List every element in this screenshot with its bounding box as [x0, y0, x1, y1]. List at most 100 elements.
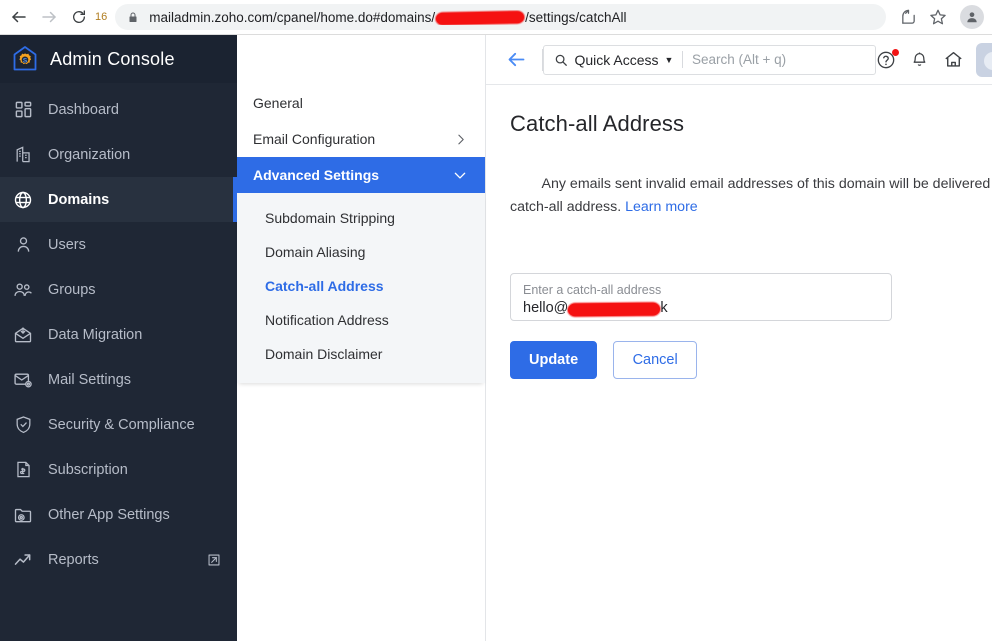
catch-all-address-field[interactable]: Enter a catch-all address hello@ k — [510, 272, 892, 321]
sidebar-item-label: Data Migration — [48, 326, 143, 343]
subnav-item-label: General — [253, 95, 303, 111]
trend-arrow-icon — [12, 549, 34, 571]
subnav-child-label: Subdomain Stripping — [265, 210, 395, 226]
star-icon — [930, 9, 946, 25]
sidebar-item-security-compliance[interactable]: Security & Compliance — [0, 402, 237, 447]
search-input[interactable] — [692, 52, 865, 67]
subnav-child-label: Notification Address — [265, 312, 389, 328]
back-arrow-icon — [508, 52, 525, 67]
sidebar-item-label: Domains — [48, 191, 110, 208]
main-column: Quick Access ▼ Search (Alt + q) Catch-al… — [486, 35, 992, 641]
sidebar-item-label: Subscription — [48, 461, 128, 478]
sidebar-item-reports[interactable]: Reports — [0, 537, 237, 582]
subnav-children-advanced-settings: Subdomain Stripping Domain Aliasing Catc… — [237, 193, 485, 383]
catch-all-redaction-mark — [568, 302, 661, 317]
address-bar[interactable]: mailadmin.zoho.com/cpanel/home.do#domain… — [115, 4, 886, 30]
home-button[interactable] — [943, 49, 964, 70]
subnav-child-domain-aliasing[interactable]: Domain Aliasing — [237, 235, 485, 269]
subnav-item-general[interactable]: General — [237, 85, 485, 121]
folder-gear-icon — [12, 504, 34, 526]
learn-more-link[interactable]: Learn more — [625, 199, 698, 215]
browser-forward-button[interactable] — [34, 2, 64, 32]
cancel-button[interactable]: Cancel — [613, 340, 698, 379]
browser-toolbar: 16 mailadmin.zoho.com/cpanel/home.do#dom… — [0, 0, 992, 35]
browser-action-icons — [894, 3, 992, 31]
form-actions: Update Cancel — [510, 340, 992, 379]
browser-reload-button[interactable] — [64, 2, 94, 32]
content-area: Catch-all Address Any emails sent invali… — [486, 85, 992, 641]
brand-header: S Admin Console — [0, 35, 237, 83]
bookmark-button[interactable] — [924, 3, 952, 31]
search-icon — [554, 53, 568, 67]
sidebar-item-label: Users — [48, 236, 86, 253]
share-icon — [901, 9, 915, 24]
quick-access-label[interactable]: Quick Access — [575, 52, 659, 68]
external-link-icon — [207, 553, 221, 567]
invoice-icon — [12, 459, 34, 481]
page-back-button[interactable] — [500, 43, 534, 77]
share-button[interactable] — [894, 3, 922, 31]
global-search-bar[interactable]: Quick Access ▼ — [542, 44, 876, 75]
home-icon — [945, 51, 962, 67]
sidebar-item-dashboard[interactable]: Dashboard — [0, 87, 237, 132]
update-button[interactable]: Update — [510, 340, 598, 379]
user-avatar[interactable] — [976, 42, 992, 77]
shield-check-icon — [12, 414, 34, 436]
user-icon — [12, 234, 34, 256]
mail-gear-icon — [12, 369, 34, 391]
subnav-child-label: Domain Disclaimer — [265, 346, 383, 362]
sidebar-item-groups[interactable]: Groups — [0, 267, 237, 312]
browser-profile-button[interactable] — [960, 5, 984, 29]
sidebar-item-label: Groups — [48, 281, 96, 298]
sidebar-item-users[interactable]: Users — [0, 222, 237, 267]
sidebar-item-label: Organization — [48, 146, 131, 163]
topbar-icon-group — [876, 48, 964, 70]
subnav-child-subdomain-stripping[interactable]: Subdomain Stripping — [237, 201, 485, 235]
chevron-right-icon — [454, 133, 467, 146]
url-suffix: /settings/catchAll — [525, 9, 627, 25]
catch-all-value-suffix: k — [660, 300, 668, 317]
sidebar-item-label: Security & Compliance — [48, 416, 195, 433]
sidebar-item-domains[interactable]: Domains — [0, 177, 237, 222]
help-notification-dot — [892, 48, 899, 56]
subnav-child-notification-address[interactable]: Notification Address — [237, 303, 485, 337]
dashboard-grid-icon — [12, 99, 34, 121]
address-bar-url: mailadmin.zoho.com/cpanel/home.do#domain… — [149, 10, 626, 25]
back-arrow-icon — [12, 11, 26, 23]
quick-access-caret-icon[interactable]: ▼ — [665, 55, 674, 65]
sidebar-item-organization[interactable]: Organization — [0, 132, 237, 177]
subnav-child-catch-all-address[interactable]: Catch-all Address — [237, 269, 485, 303]
sidebar-item-mail-settings[interactable]: Mail Settings — [0, 357, 237, 402]
app-topbar: Quick Access ▼ — [486, 35, 992, 85]
notifications-button[interactable] — [910, 50, 929, 69]
building-icon — [12, 144, 34, 166]
users-group-icon — [12, 279, 34, 301]
sidebar-item-label: Reports — [48, 551, 99, 568]
sidebar-item-subscription[interactable]: Subscription — [0, 447, 237, 492]
sidebar-item-data-migration[interactable]: Data Migration — [0, 312, 237, 357]
primary-sidebar: S Admin Console Dashboard Organization D… — [0, 35, 237, 641]
forward-arrow-icon — [42, 11, 56, 23]
secondary-navigation: General Email Configuration Advanced Set… — [237, 35, 486, 641]
catch-all-field-value: hello@ k — [523, 299, 879, 319]
sidebar-item-label: Mail Settings — [48, 371, 132, 388]
sidebar-item-label: Other App Settings — [48, 506, 170, 523]
help-button[interactable] — [876, 48, 899, 70]
zoho-admin-house-gear-logo: S — [13, 46, 37, 71]
page-description-text: Any emails sent invalid email addresses … — [510, 176, 991, 215]
bell-icon — [913, 52, 926, 66]
search-divider — [682, 51, 684, 68]
subnav-item-label: Advanced Settings — [253, 167, 380, 183]
url-prefix: mailadmin.zoho.com/cpanel/home.do#domain… — [149, 9, 436, 25]
chevron-down-icon — [453, 168, 467, 182]
browser-back-button[interactable] — [4, 2, 34, 32]
app-shell: S Admin Console Dashboard Organization D… — [0, 35, 992, 641]
sidebar-item-other-app-settings[interactable]: Other App Settings — [0, 492, 237, 537]
subnav-item-advanced-settings[interactable]: Advanced Settings — [237, 157, 485, 193]
page-title: Catch-all Address — [510, 111, 685, 136]
subnav-item-email-configuration[interactable]: Email Configuration — [237, 121, 485, 157]
subnav-child-domain-disclaimer[interactable]: Domain Disclaimer — [237, 337, 485, 371]
data-migration-icon — [12, 324, 34, 346]
reload-count-badge: 16 — [95, 11, 108, 23]
catch-all-value-prefix: hello@ — [523, 300, 569, 317]
